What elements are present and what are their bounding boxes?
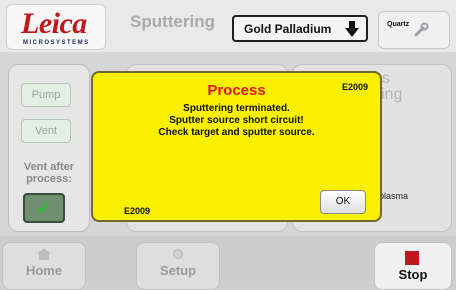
setup-button[interactable]: Setup [136, 242, 220, 290]
dialog-title: Process [207, 82, 266, 99]
stop-icon [405, 251, 419, 265]
app-screen: Leica MICROSYSTEMS Sputtering Gold Palla… [0, 0, 456, 290]
error-dialog: Process E2009 Sputtering terminated. Spu… [91, 71, 382, 222]
stop-button[interactable]: Stop [374, 242, 452, 290]
error-code-top: E2009 [341, 82, 368, 92]
message-line-3: Check target and sputter source. [158, 127, 315, 138]
home-icon [37, 248, 51, 260]
arrow-down-icon [345, 21, 359, 37]
gear-icon [172, 248, 184, 260]
quartz-button[interactable]: Quartz [378, 11, 450, 49]
plasma-label: plasma [379, 191, 409, 201]
page-title: Sputtering [130, 12, 215, 31]
message-line-1: Sputtering terminated. [183, 103, 290, 114]
dialog-message: Sputtering terminated. Sputter source sh… [93, 103, 380, 139]
vent-after-line1: Vent after [23, 161, 75, 173]
wrench-icon [414, 22, 429, 37]
vent-button[interactable]: Vent [21, 119, 71, 143]
error-code-bottom: E2009 [124, 206, 151, 216]
vacuum-control-panel: Pump Vent Vent after process: ✓ [8, 64, 90, 232]
ok-button[interactable]: OK [320, 190, 366, 214]
pump-button[interactable]: Pump [21, 83, 71, 107]
home-button[interactable]: Home [2, 242, 86, 290]
vent-after-process-checkbox[interactable]: ✓ [23, 193, 65, 223]
quartz-label: Quartz [387, 21, 410, 28]
stop-label: Stop [398, 267, 428, 282]
home-label: Home [25, 263, 63, 278]
bottom-nav-bar: Home Setup Stop [0, 236, 456, 290]
header-bar: Leica MICROSYSTEMS Sputtering Gold Palla… [0, 0, 456, 52]
brand-logo-text: Leica [21, 7, 87, 40]
brand-logo: Leica MICROSYSTEMS [6, 4, 106, 50]
brand-logo-subtitle: MICROSYSTEMS [23, 40, 90, 46]
message-line-2: Sputter source short circuit! [169, 115, 304, 126]
vent-after-line2: process: [26, 173, 72, 185]
target-material-value: Gold Palladium [244, 22, 332, 36]
target-material-select[interactable]: Gold Palladium [232, 15, 368, 42]
setup-label: Setup [159, 263, 197, 278]
checkmark-icon: ✓ [36, 198, 52, 218]
vent-after-process-label: Vent after process: [9, 161, 89, 185]
